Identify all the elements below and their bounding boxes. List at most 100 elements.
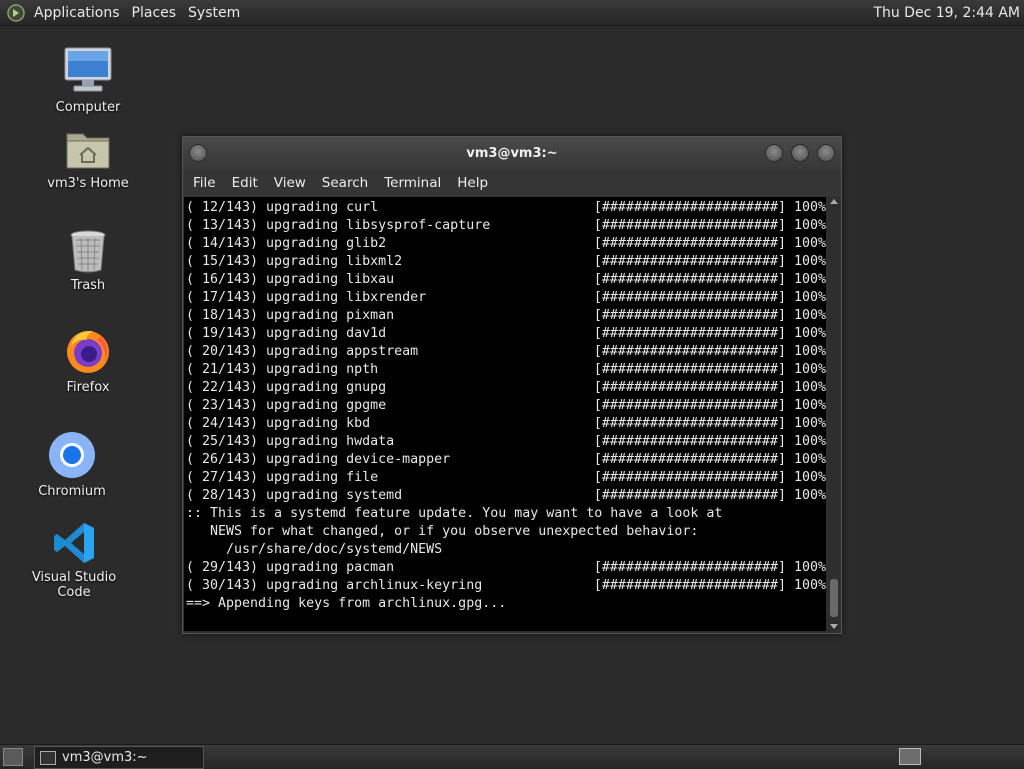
progress-percent: 100% [793, 434, 826, 449]
top-panel: Applications Places System Thu Dec 19, 2… [0, 0, 1024, 26]
terminal-progress-line: ( 18/143) upgrading pixman [#############… [186, 307, 826, 325]
package-status: ( 25/143) upgrading hwdata [186, 434, 395, 449]
computer-icon [64, 47, 112, 92]
progress-bar-text: [######################] [593, 434, 786, 449]
desktop-icon-firefox[interactable]: Firefox [28, 326, 148, 395]
terminal-progress-line: ( 17/143) upgrading libxrender [#########… [186, 289, 826, 307]
window-titlebar[interactable]: vm3@vm3:~ [183, 137, 841, 169]
taskbar-button-label: vm3@vm3:~ [62, 750, 148, 765]
progress-percent: 100% [793, 416, 826, 431]
menu-help[interactable]: Help [451, 175, 498, 191]
system-menu[interactable]: System [182, 5, 246, 21]
progress-percent: 100% [793, 236, 826, 251]
progress-percent: 100% [793, 578, 826, 593]
terminal-output[interactable]: ( 12/143) upgrading curl [###############… [184, 197, 826, 631]
terminal-progress-line: ( 24/143) upgrading kbd [################… [186, 415, 826, 433]
window-menu-button[interactable] [189, 144, 207, 162]
taskbar-button-terminal[interactable]: vm3@vm3:~ [34, 746, 204, 769]
terminal-scrollbar[interactable] [828, 197, 840, 631]
package-status: ( 12/143) upgrading curl [186, 200, 379, 215]
terminal-window[interactable]: vm3@vm3:~ File Edit View Search Terminal… [182, 136, 842, 634]
terminal-text-line: /usr/share/doc/systemd/NEWS [186, 542, 443, 557]
progress-percent: 100% [793, 452, 826, 467]
progress-bar-text: [######################] [593, 308, 786, 323]
progress-bar-text: [######################] [593, 236, 786, 251]
progress-bar-text: [######################] [593, 452, 786, 467]
terminal-progress-line: ( 30/143) upgrading archlinux-keyring [##… [186, 577, 826, 595]
scroll-down-arrow-icon[interactable] [830, 624, 838, 629]
progress-bar-text: [######################] [593, 470, 786, 485]
package-status: ( 28/143) upgrading systemd [186, 488, 403, 503]
maximize-button[interactable] [791, 144, 809, 162]
menu-terminal[interactable]: Terminal [378, 175, 451, 191]
desktop-icon-home[interactable]: vm3's Home [28, 128, 148, 191]
desktop-icon-label: vm3's Home [47, 176, 129, 191]
progress-bar-text: [######################] [593, 380, 786, 395]
terminal-icon [40, 750, 56, 765]
progress-percent: 100% [793, 200, 826, 215]
clock[interactable]: Thu Dec 19, 2:44 AM [873, 5, 1024, 21]
terminal-text-line: NEWS for what changed, or if you observe… [186, 524, 699, 539]
progress-percent: 100% [793, 560, 826, 575]
scrollbar-thumb[interactable] [830, 579, 838, 617]
desktop-icon-chromium[interactable]: Chromium [12, 430, 132, 499]
progress-percent: 100% [793, 362, 826, 377]
progress-bar-text: [######################] [593, 272, 786, 287]
menu-search[interactable]: Search [316, 175, 378, 191]
bottom-panel: vm3@vm3:~ [0, 744, 1024, 769]
places-menu[interactable]: Places [126, 5, 183, 21]
terminal-progress-line: ( 15/143) upgrading libxml2 [############… [186, 253, 826, 271]
scroll-up-arrow-icon[interactable] [830, 199, 838, 204]
applications-menu[interactable]: Applications [28, 5, 126, 21]
terminal-progress-line: ( 21/143) upgrading npth [###############… [186, 361, 826, 379]
terminal-progress-line: ( 25/143) upgrading hwdata [#############… [186, 433, 826, 451]
progress-percent: 100% [793, 470, 826, 485]
progress-bar-text: [######################] [593, 326, 786, 341]
close-button[interactable] [817, 144, 835, 162]
package-status: ( 21/143) upgrading npth [186, 362, 379, 377]
package-status: ( 15/143) upgrading libxml2 [186, 254, 403, 269]
package-status: ( 20/143) upgrading appstream [186, 344, 419, 359]
home-folder-icon [66, 133, 110, 169]
progress-bar-text: [######################] [593, 218, 786, 233]
terminal-progress-line: ( 20/143) upgrading appstream [##########… [186, 343, 826, 361]
progress-bar-text: [######################] [593, 560, 786, 575]
terminal-text-line: :: This is a systemd feature update. You… [186, 506, 723, 521]
minimize-button[interactable] [765, 144, 783, 162]
progress-bar-text: [######################] [593, 290, 786, 305]
progress-percent: 100% [793, 254, 826, 269]
progress-percent: 100% [793, 326, 826, 341]
package-status: ( 16/143) upgrading libxau [186, 272, 395, 287]
desktop-icon-computer[interactable]: Computer [28, 44, 148, 115]
terminal-menubar: File Edit View Search Terminal Help [183, 169, 841, 197]
window-title: vm3@vm3:~ [466, 145, 558, 161]
terminal-progress-line: ( 13/143) upgrading libsysprof-capture [#… [186, 217, 826, 235]
progress-bar-text: [######################] [593, 254, 786, 269]
progress-bar-text: [######################] [593, 416, 786, 431]
menu-file[interactable]: File [187, 175, 226, 191]
package-status: ( 13/143) upgrading libsysprof-capture [186, 218, 491, 233]
package-status: ( 30/143) upgrading archlinux-keyring [186, 578, 483, 593]
progress-bar-text: [######################] [593, 578, 786, 593]
package-status: ( 17/143) upgrading libxrender [186, 290, 427, 305]
progress-bar-text: [######################] [593, 200, 786, 215]
show-desktop-icon[interactable] [3, 748, 23, 766]
menu-view[interactable]: View [268, 175, 316, 191]
desktop-icon-trash[interactable]: Trash [28, 228, 148, 293]
progress-percent: 100% [793, 344, 826, 359]
menu-edit[interactable]: Edit [226, 175, 268, 191]
progress-percent: 100% [793, 272, 826, 287]
distro-logo-icon[interactable] [6, 3, 26, 23]
desktop-icon-vscode[interactable]: Visual Studio Code [14, 520, 134, 600]
package-status: ( 29/143) upgrading pacman [186, 560, 395, 575]
package-status: ( 18/143) upgrading pixman [186, 308, 395, 323]
progress-bar-text: [######################] [593, 362, 786, 377]
trash-icon [70, 230, 106, 273]
workspace-switcher[interactable] [899, 748, 921, 765]
terminal-progress-line: ( 23/143) upgrading gpgme [##############… [186, 397, 826, 415]
chromium-icon [49, 432, 95, 478]
terminal-progress-line: ( 14/143) upgrading glib2 [##############… [186, 235, 826, 253]
progress-percent: 100% [793, 308, 826, 323]
desktop-icon-label: Firefox [66, 380, 110, 395]
package-status: ( 14/143) upgrading glib2 [186, 236, 387, 251]
